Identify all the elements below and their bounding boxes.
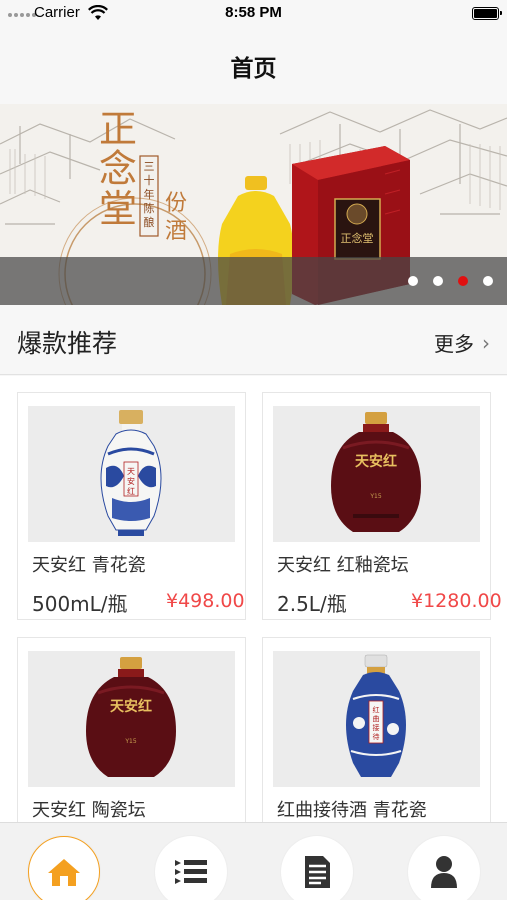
chevron-right-icon: › <box>482 330 490 355</box>
status-time: 8:58 PM <box>225 4 282 21</box>
svg-text:正念堂: 正念堂 <box>341 231 374 245</box>
navigation-bar: 首页 <box>0 28 507 104</box>
page-title: 首页 <box>230 56 277 82</box>
section-title: 爆款推荐 <box>17 329 118 358</box>
svg-text:红: 红 <box>127 486 135 496</box>
carousel-dot[interactable] <box>483 276 493 286</box>
tab-category[interactable] <box>155 836 227 900</box>
product-spec: 500mL/瓶 <box>32 592 128 616</box>
product-image: 红 曲 接 待 <box>273 651 480 787</box>
user-icon <box>431 856 457 888</box>
product-price: ¥1280.00 <box>411 590 502 612</box>
product-card[interactable]: 天 安 红 天安红 青花瓷 500mL/瓶 ¥498.00 <box>17 392 246 620</box>
product-image: 天安红 Y15 <box>28 651 235 787</box>
list-icon <box>175 860 207 884</box>
svg-text:Y15: Y15 <box>124 738 136 745</box>
svg-text:酿: 酿 <box>144 215 155 229</box>
more-link[interactable]: 更多 › <box>434 328 490 357</box>
product-grid: 天 安 红 天安红 青花瓷 500mL/瓶 ¥498.00 天安红 Y15 天安… <box>0 376 507 822</box>
svg-text:三: 三 <box>144 160 155 173</box>
product-name: 天安红 青花瓷 <box>32 555 146 576</box>
svg-text:份: 份 <box>165 191 187 216</box>
svg-text:天安红: 天安红 <box>355 453 397 470</box>
svg-text:陈: 陈 <box>144 201 155 215</box>
carousel-dots <box>408 276 493 286</box>
svg-text:堂: 堂 <box>99 187 137 231</box>
svg-text:天安红: 天安红 <box>110 698 152 715</box>
product-name: 天安红 红釉瓷坛 <box>277 555 409 576</box>
product-name: 天安红 陶瓷坛 <box>32 800 146 821</box>
product-image: 天安红 Y15 <box>273 406 480 542</box>
banner-carousel[interactable]: 正 念 堂 三 十 年 陈 酿 份 酒 正念堂 <box>0 104 507 305</box>
product-card[interactable]: 天安红 Y15 天安红 红釉瓷坛 2.5L/瓶 ¥1280.00 <box>262 392 502 620</box>
svg-text:红: 红 <box>373 705 380 714</box>
product-image: 天 安 红 <box>28 406 235 542</box>
product-card[interactable]: 天安红 Y15 天安红 陶瓷坛 <box>17 637 246 822</box>
product-card[interactable]: 红 曲 接 待 红曲接待酒 青花瓷 <box>262 637 491 822</box>
svg-text:Y15: Y15 <box>369 493 381 500</box>
svg-text:待: 待 <box>373 732 380 741</box>
more-label: 更多 <box>434 332 474 356</box>
document-icon <box>305 856 330 888</box>
tab-home[interactable] <box>28 836 100 900</box>
svg-text:曲: 曲 <box>373 714 380 723</box>
svg-text:十: 十 <box>144 173 155 187</box>
tab-profile[interactable] <box>408 836 480 900</box>
product-spec: 2.5L/瓶 <box>277 592 347 616</box>
status-bar: Carrier 8:58 PM <box>0 0 507 28</box>
svg-text:念: 念 <box>99 147 137 191</box>
svg-text:安: 安 <box>127 476 135 486</box>
battery-icon <box>472 7 502 20</box>
carousel-dot-active[interactable] <box>458 276 468 286</box>
svg-text:接: 接 <box>373 723 380 732</box>
carousel-dot[interactable] <box>408 276 418 286</box>
section-header: 爆款推荐 更多 › <box>0 305 507 375</box>
product-name: 红曲接待酒 青花瓷 <box>277 800 427 821</box>
svg-text:天: 天 <box>127 467 135 476</box>
product-price: ¥498.00 <box>166 590 245 612</box>
banner-brand-char: 正 <box>99 107 137 151</box>
tab-bar <box>0 822 507 900</box>
home-icon <box>48 859 80 886</box>
svg-text:酒: 酒 <box>165 219 187 244</box>
tab-orders[interactable] <box>281 836 353 900</box>
carousel-dot[interactable] <box>433 276 443 286</box>
svg-text:年: 年 <box>144 187 155 201</box>
